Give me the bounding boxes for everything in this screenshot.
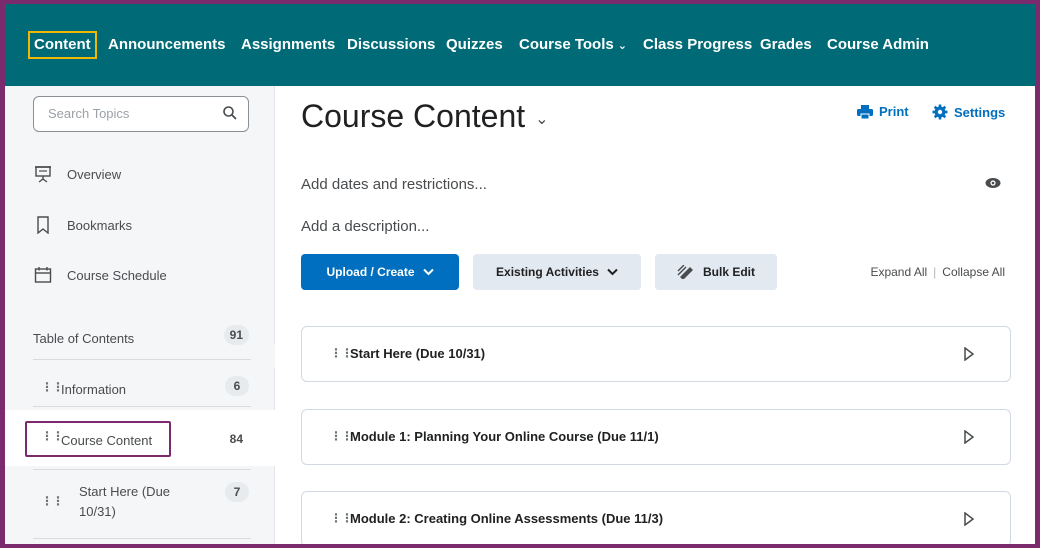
printer-icon: [857, 104, 873, 119]
nav-assignments[interactable]: Assignments: [241, 34, 335, 56]
module-label-line1: Start Here (Due: [79, 484, 171, 499]
sidebar-module-start-here[interactable]: ⋮⋮ Start Here (Due 10/31) 7: [33, 482, 249, 526]
count-badge: 6: [225, 376, 249, 396]
add-description-link[interactable]: Add a description...: [301, 218, 429, 235]
chevron-down-icon: [607, 268, 618, 276]
eye-icon[interactable]: [985, 176, 1001, 194]
drag-handle-icon[interactable]: ⋮⋮: [330, 346, 353, 360]
pencil-icon: [677, 265, 693, 279]
nav-class-progress[interactable]: Class Progress: [643, 34, 752, 56]
search-placeholder: Search Topics: [48, 106, 130, 121]
bookmark-icon: [33, 215, 53, 235]
nav-grades[interactable]: Grades: [760, 34, 812, 56]
nav-discussions[interactable]: Discussions: [347, 34, 435, 56]
count-badge: 91: [223, 325, 249, 345]
count-badge: 7: [225, 482, 249, 502]
nav-content[interactable]: Content: [28, 31, 97, 59]
sidebar-item-label: Bookmarks: [67, 217, 133, 233]
divider: [33, 359, 251, 360]
count-badge: 84: [229, 432, 243, 446]
search-icon[interactable]: [222, 105, 238, 126]
upload-create-button[interactable]: Upload / Create: [301, 254, 459, 290]
gear-icon: [932, 104, 948, 120]
presentation-icon: [33, 164, 53, 184]
collapse-all-link[interactable]: Collapse All: [942, 265, 1005, 279]
calendar-icon: [33, 265, 53, 285]
page-title-text: Course Content: [301, 98, 526, 134]
highlight-box: [25, 421, 171, 457]
drag-handle-icon[interactable]: ⋮⋮: [41, 494, 64, 508]
expand-triangle-icon[interactable]: [964, 430, 974, 444]
table-of-contents[interactable]: Table of Contents 91: [33, 325, 249, 351]
nav-course-tools-label: Course Tools: [519, 36, 614, 53]
module-title: Start Here (Due 10/31): [350, 346, 486, 361]
sidebar-module-information[interactable]: ⋮⋮ Information 6: [33, 376, 249, 400]
top-navbar: Content Announcements Assignments Discus…: [5, 4, 1035, 86]
add-dates-link[interactable]: Add dates and restrictions...: [301, 176, 487, 193]
module-title: Module 2: Creating Online Assessments (D…: [350, 511, 664, 526]
settings-button[interactable]: Settings: [932, 104, 1005, 120]
bulk-edit-button[interactable]: Bulk Edit: [655, 254, 777, 290]
sidebar-item-bookmarks[interactable]: Bookmarks: [33, 213, 132, 237]
nav-course-tools[interactable]: Course Tools ⌄: [519, 34, 627, 56]
sidebar: Search Topics Overview Bookmarks Course …: [5, 86, 275, 544]
nav-quizzes[interactable]: Quizzes: [446, 34, 503, 56]
chevron-down-icon[interactable]: ⌄: [535, 111, 548, 128]
divider: [33, 469, 251, 470]
module-card[interactable]: ⋮⋮ Module 2: Creating Online Assessments…: [301, 491, 1011, 544]
nav-course-admin[interactable]: Course Admin: [827, 34, 929, 56]
separator: |: [933, 265, 937, 279]
module-card[interactable]: ⋮⋮ Module 1: Planning Your Online Course…: [301, 409, 1011, 465]
drag-handle-icon[interactable]: ⋮⋮: [330, 511, 353, 525]
page-title[interactable]: Course Content ⌄: [301, 98, 549, 135]
sidebar-item-overview[interactable]: Overview: [33, 162, 121, 186]
drag-handle-icon[interactable]: ⋮⋮: [41, 380, 64, 394]
nav-announcements[interactable]: Announcements: [108, 34, 226, 56]
print-label: Print: [879, 104, 909, 119]
app-frame: Content Announcements Assignments Discus…: [5, 4, 1035, 544]
divider: [33, 406, 251, 407]
bulk-edit-label: Bulk Edit: [702, 265, 755, 279]
selection-pointer: [263, 344, 275, 368]
module-label: Information: [61, 382, 127, 397]
module-label-line2: 10/31): [79, 504, 116, 519]
chevron-down-icon: ⌄: [617, 40, 627, 52]
expand-triangle-icon[interactable]: [964, 512, 974, 526]
toc-label: Table of Contents: [33, 331, 135, 346]
existing-activities-label: Existing Activities: [496, 265, 599, 279]
expand-all-link[interactable]: Expand All: [870, 265, 927, 279]
sidebar-item-course-schedule[interactable]: Course Schedule: [33, 263, 167, 287]
upload-create-label: Upload / Create: [326, 265, 415, 279]
expand-triangle-icon[interactable]: [964, 347, 974, 361]
existing-activities-button[interactable]: Existing Activities: [473, 254, 641, 290]
print-button[interactable]: Print: [857, 104, 909, 119]
module-card[interactable]: ⋮⋮ Start Here (Due 10/31): [301, 326, 1011, 382]
search-input[interactable]: Search Topics: [33, 96, 249, 132]
drag-handle-icon[interactable]: ⋮⋮: [330, 429, 353, 443]
settings-label: Settings: [954, 104, 1006, 120]
divider: [33, 538, 251, 539]
expand-collapse-controls: Expand All | Collapse All: [870, 265, 1005, 279]
chevron-down-icon: [422, 268, 434, 276]
sidebar-item-label: Course Schedule: [67, 267, 167, 283]
module-title: Module 1: Planning Your Online Course (D…: [350, 429, 659, 444]
sidebar-item-label: Overview: [67, 166, 122, 182]
